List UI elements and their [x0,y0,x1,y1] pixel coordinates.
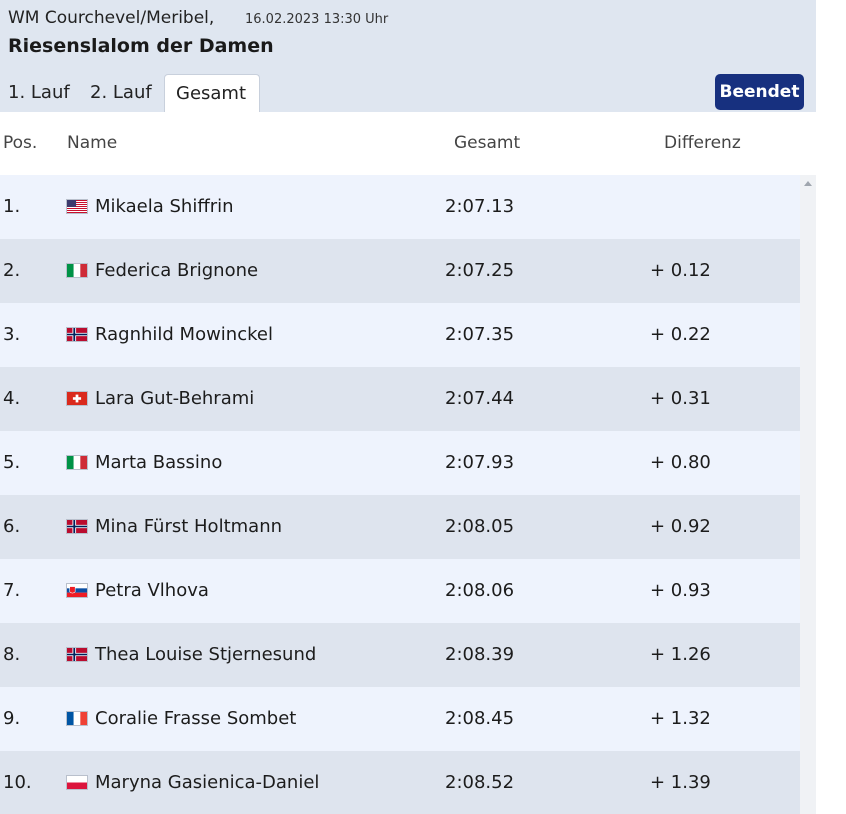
time-difference: + 0.31 [650,388,711,409]
tab-run-2[interactable]: 2. Lauf [90,74,152,112]
total-time: 2:08.39 [445,644,515,665]
athlete-name[interactable]: Marta Bassino [95,452,222,473]
flag-svk-icon [66,583,88,598]
athlete-name[interactable]: Thea Louise Stjernesund [95,644,316,665]
athlete-name[interactable]: Federica Brignone [95,260,258,281]
total-time: 2:08.06 [445,580,515,601]
table-row[interactable]: 9. Coralie Frasse Sombet 2:08.45 + 1.32 [0,687,800,751]
time-difference: + 0.80 [650,452,711,473]
flag-nor-icon [66,519,88,534]
flag-nor-icon [66,327,88,342]
total-time: 2:07.93 [445,452,515,473]
time-difference: + 0.12 [650,260,711,281]
flag-usa-icon [66,199,88,214]
row-position: 5. [3,452,21,473]
column-header-diff: Differenz [664,133,741,153]
time-difference: + 1.32 [650,708,711,729]
table-row[interactable]: 8. Thea Louise Stjernesund 2:08.39 + 1.26 [0,623,800,687]
status-button[interactable]: Beendet [715,74,804,110]
flag-ita-icon [66,263,88,278]
row-position: 2. [3,260,21,281]
flag-ita-icon [66,455,88,470]
time-difference: + 0.93 [650,580,711,601]
total-time: 2:08.05 [445,516,515,537]
tab-run-1[interactable]: 1. Lauf [8,74,70,112]
race-header: WM Courchevel/Meribel, 16.02.2023 13:30 … [0,0,816,112]
total-time: 2:08.45 [445,708,515,729]
athlete-name[interactable]: Mina Fürst Holtmann [95,516,282,537]
row-position: 7. [3,580,21,601]
time-difference: + 0.92 [650,516,711,537]
race-title: Riesenslalom der Damen [8,35,274,57]
tab-total[interactable]: Gesamt [164,74,260,112]
flag-pol-icon [66,775,88,790]
row-position: 8. [3,644,21,665]
row-position: 6. [3,516,21,537]
time-difference: + 1.39 [650,772,711,793]
total-time: 2:07.44 [445,388,515,409]
athlete-name[interactable]: Petra Vlhova [95,580,209,601]
athlete-name[interactable]: Lara Gut-Behrami [95,388,254,409]
athlete-name[interactable]: Mikaela Shiffrin [95,196,234,217]
results-widget: WM Courchevel/Meribel, 16.02.2023 13:30 … [0,0,816,814]
table-row[interactable]: 5. Marta Bassino 2:07.93 + 0.80 [0,431,800,495]
row-position: 3. [3,324,21,345]
row-position: 4. [3,388,21,409]
flag-fra-icon [66,711,88,726]
results-list: 1. Mikaela Shiffrin 2:07.13 2. Federica Brig… [0,175,800,814]
event-name: WM Courchevel/Meribel, [8,8,215,28]
table-row[interactable]: 4. Lara Gut-Behrami 2:07.44 + 0.31 [0,367,800,431]
table-row[interactable]: 10. Maryna Gasienica-Daniel 2:08.52 + 1.39 [0,751,800,814]
table-row[interactable]: 1. Mikaela Shiffrin 2:07.13 [0,175,800,239]
table-row[interactable]: 2. Federica Brignone 2:07.25 + 0.12 [0,239,800,303]
column-header-pos: Pos. [3,133,38,153]
athlete-name[interactable]: Coralie Frasse Sombet [95,708,296,729]
scroll-up-arrow-icon[interactable] [804,181,812,186]
total-time: 2:07.25 [445,260,515,281]
time-difference: + 1.26 [650,644,711,665]
total-time: 2:08.52 [445,772,515,793]
column-header-total: Gesamt [454,133,521,153]
table-row[interactable]: 6. Mina Fürst Holtmann 2:08.05 + 0.92 [0,495,800,559]
time-difference: + 0.22 [650,324,711,345]
athlete-name[interactable]: Maryna Gasienica-Daniel [95,772,319,793]
athlete-name[interactable]: Ragnhild Mowinckel [95,324,273,345]
race-date: 16.02.2023 13:30 Uhr [245,12,389,27]
row-position: 10. [3,772,32,793]
column-header-name: Name [67,133,118,153]
total-time: 2:07.13 [445,196,515,217]
flag-nor-icon [66,647,88,662]
total-time: 2:07.35 [445,324,515,345]
row-position: 9. [3,708,21,729]
table-row[interactable]: 7. Petra Vlhova 2:08.06 + 0.93 [0,559,800,623]
scrollbar[interactable] [800,175,816,814]
table-row[interactable]: 3. Ragnhild Mowinckel 2:07.35 + 0.22 [0,303,800,367]
row-position: 1. [3,196,21,217]
flag-sui-icon [66,391,88,406]
